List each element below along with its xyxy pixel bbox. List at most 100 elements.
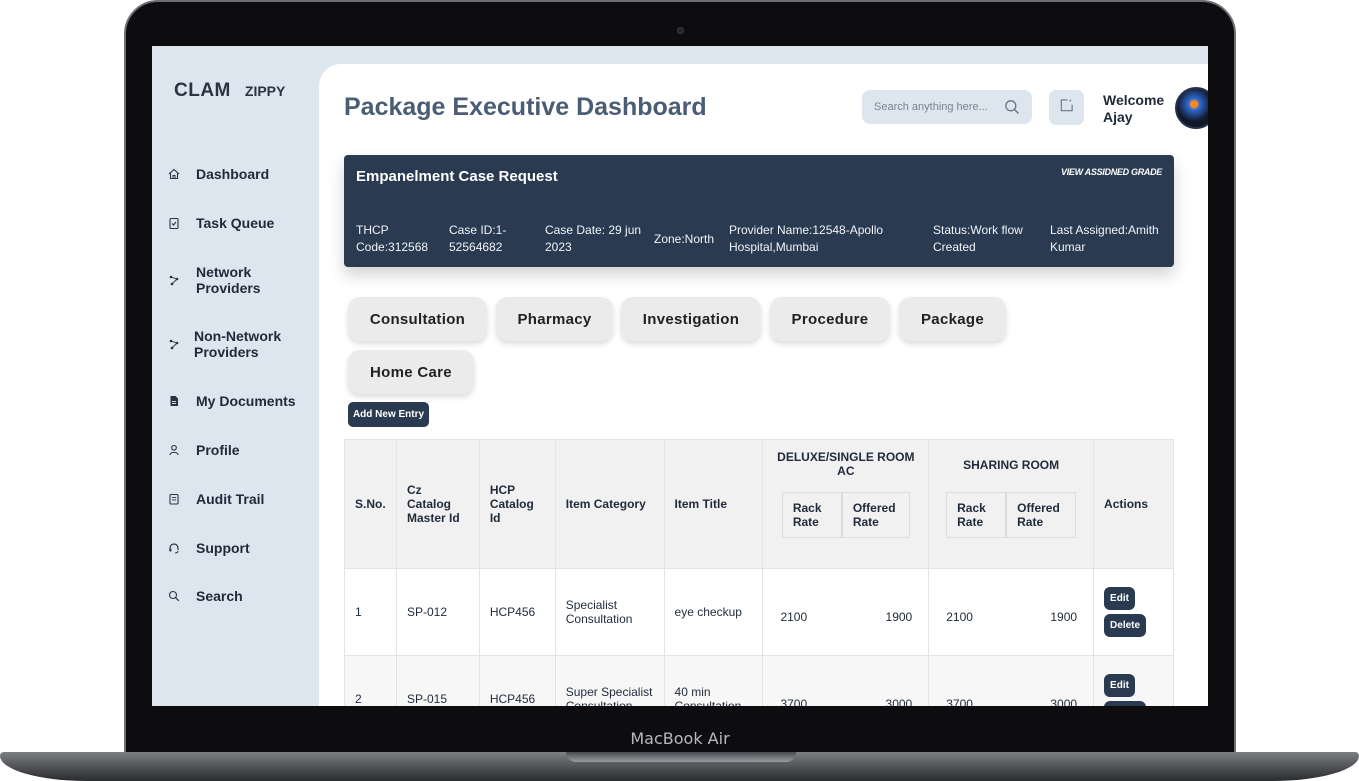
screen: CLAM ZIPPY Dashboard Task Queue Network … bbox=[152, 46, 1208, 706]
rates-table: S.No. Cz Catalog Master Id HCP Catalog I… bbox=[344, 439, 1174, 706]
page-title: Package Executive Dashboard bbox=[344, 93, 707, 121]
welcome-text: Welcome Ajay bbox=[1103, 92, 1165, 125]
deluxe-offered-rate-header: Offered Rate bbox=[841, 492, 910, 538]
home-icon bbox=[166, 166, 182, 182]
clipboard-icon bbox=[166, 215, 182, 231]
col-item-category: Item Category bbox=[554, 439, 665, 569]
sharing-rack-rate: 3700 bbox=[946, 697, 973, 706]
sidebar-item-task-queue[interactable]: Task Queue bbox=[166, 215, 274, 231]
cell-category: Specialist Consultation bbox=[554, 568, 665, 656]
cell-cz: SP-012 bbox=[395, 568, 480, 656]
sidebar-item-non-network-providers[interactable]: Non-Network Providers bbox=[166, 328, 294, 360]
sidebar-item-profile[interactable]: Profile bbox=[166, 442, 240, 458]
sidebar-item-search[interactable]: Search bbox=[166, 588, 243, 604]
sharing-offered-rate: 1900 bbox=[1050, 610, 1078, 624]
logo-primary: CLAM bbox=[174, 80, 231, 101]
sidebar-item-label: Network Providers bbox=[196, 264, 261, 296]
logo: CLAM ZIPPY bbox=[174, 80, 285, 102]
edit-button[interactable]: Edit bbox=[1104, 587, 1135, 610]
search-icon[interactable] bbox=[1004, 99, 1020, 115]
sidebar-item-network-providers[interactable]: Network Providers bbox=[166, 264, 276, 296]
search-input[interactable] bbox=[874, 101, 1004, 113]
cell-title: eye checkup bbox=[663, 568, 764, 656]
sidebar-item-label: Dashboard bbox=[196, 166, 270, 182]
deluxe-rates: 2100 1900 bbox=[763, 610, 928, 624]
col-sno: S.No. bbox=[344, 439, 397, 569]
headset-icon bbox=[166, 540, 182, 556]
camera bbox=[677, 27, 684, 34]
tab-home-care[interactable]: Home Care bbox=[348, 350, 474, 394]
cell-cz: SP-015 bbox=[395, 655, 480, 706]
sharing-rates: 3700 3000 bbox=[929, 697, 1093, 706]
case-status: Status:Work flow Created bbox=[933, 223, 1023, 254]
search-icon bbox=[166, 588, 182, 604]
network-icon bbox=[166, 272, 182, 288]
deluxe-room-label: DELUXE/SINGLE ROOM AC bbox=[777, 450, 915, 478]
sidebar-item-my-documents[interactable]: My Documents bbox=[166, 393, 296, 409]
sharing-room-label: SHARING ROOM bbox=[963, 458, 1060, 472]
sharing-subheaders: Rack Rate Offered Rate bbox=[935, 492, 1087, 538]
sidebar-item-label: My Documents bbox=[196, 393, 296, 409]
main-panel: Package Executive Dashboard Welcome Ajay… bbox=[319, 64, 1208, 706]
col-sharing-room: SHARING ROOM Rack Rate Offered Rate bbox=[928, 439, 1095, 569]
delete-button[interactable]: Delete bbox=[1104, 701, 1147, 706]
col-deluxe-room: DELUXE/SINGLE ROOM AC Rack Rate Offered … bbox=[762, 439, 930, 569]
laptop-notch bbox=[566, 752, 796, 762]
case-provider-name: Provider Name:12548-Apollo Hospital,Mumb… bbox=[729, 223, 884, 254]
sharing-rack-rate: 2100 bbox=[946, 610, 973, 624]
cell-actions: Edit Delete bbox=[1093, 655, 1174, 706]
sidebar-item-label: Task Queue bbox=[196, 215, 275, 231]
case-date: Case Date: 29 jun 2023 bbox=[545, 223, 642, 254]
sidebar-item-label: Search bbox=[196, 588, 243, 604]
edit-button[interactable]: Edit bbox=[1104, 674, 1135, 697]
add-new-entry-button[interactable]: Add New Entry bbox=[348, 402, 429, 427]
document-icon bbox=[166, 393, 182, 409]
sidebar: CLAM ZIPPY Dashboard Task Queue Network … bbox=[152, 46, 319, 706]
tab-procedure[interactable]: Procedure bbox=[770, 297, 890, 341]
logo-secondary: ZIPPY bbox=[244, 83, 286, 99]
tab-pharmacy[interactable]: Pharmacy bbox=[496, 297, 613, 341]
sidebar-item-label: Support bbox=[196, 540, 250, 556]
sharing-rack-rate-header: Rack Rate bbox=[946, 492, 1007, 538]
device-label: MacBook Air bbox=[630, 729, 730, 748]
sidebar-item-label: Profile bbox=[196, 442, 240, 458]
search-box[interactable] bbox=[862, 90, 1032, 124]
case-title: Empanelment Case Request bbox=[356, 168, 558, 185]
col-hcp-catalog: HCP Catalog Id bbox=[478, 439, 556, 569]
cell-deluxe-rates: 3700 3000 bbox=[762, 655, 930, 706]
tab-package[interactable]: Package bbox=[899, 297, 1006, 341]
external-link-icon bbox=[1059, 98, 1074, 118]
case-request-card: Empanelment Case Request VIEW ASSIDNED G… bbox=[344, 155, 1174, 267]
sidebar-item-audit-trail[interactable]: Audit Trail bbox=[166, 491, 264, 507]
deluxe-rack-rate-header: Rack Rate bbox=[781, 492, 842, 538]
tab-consultation[interactable]: Consultation bbox=[348, 297, 487, 341]
case-last-assigned: Last Assigned:Amith Kumar bbox=[1050, 223, 1159, 254]
view-assigned-grade-link[interactable]: VIEW ASSIDNED GRADE bbox=[1061, 167, 1162, 177]
sharing-rates: 2100 1900 bbox=[929, 610, 1093, 624]
cell-category: Super Specialist Consultation bbox=[554, 655, 665, 706]
case-thcp-code: THCP Code:312568 bbox=[356, 223, 429, 254]
case-id: Case ID:1-52564682 bbox=[449, 223, 507, 254]
table-row: 2 SP-015 HCP456 Super Specialist Consult… bbox=[344, 655, 1174, 706]
user-icon bbox=[166, 442, 182, 458]
cell-title: 40 min Consultation bbox=[663, 655, 764, 706]
col-cz-catalog: Cz Catalog Master Id bbox=[395, 439, 480, 569]
deluxe-rates: 3700 3000 bbox=[763, 697, 928, 706]
sharing-offered-rate-header: Offered Rate bbox=[1006, 492, 1077, 538]
cell-deluxe-rates: 2100 1900 bbox=[762, 568, 930, 656]
sidebar-item-support[interactable]: Support bbox=[166, 540, 250, 556]
delete-button[interactable]: Delete bbox=[1104, 614, 1147, 637]
cell-sharing-rates: 2100 1900 bbox=[928, 568, 1095, 656]
col-actions: Actions bbox=[1093, 439, 1174, 569]
tab-investigation[interactable]: Investigation bbox=[621, 297, 761, 341]
sidebar-item-dashboard[interactable]: Dashboard bbox=[166, 166, 269, 182]
audit-icon bbox=[166, 491, 182, 507]
avatar[interactable] bbox=[1175, 87, 1208, 129]
sidebar-item-label: Non-Network Providers bbox=[194, 328, 282, 360]
network-icon bbox=[166, 336, 182, 352]
external-link-button[interactable] bbox=[1049, 90, 1084, 125]
deluxe-rack-rate: 3700 bbox=[780, 697, 808, 706]
cell-sno: 2 bbox=[344, 655, 397, 706]
deluxe-subheaders: Rack Rate Offered Rate bbox=[769, 492, 922, 538]
sharing-offered-rate: 3000 bbox=[1050, 697, 1078, 706]
